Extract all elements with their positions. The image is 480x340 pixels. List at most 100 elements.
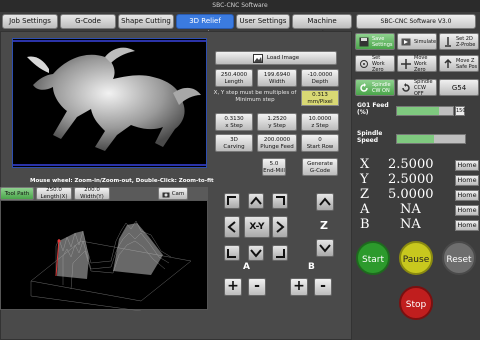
- jog-b-plus-button[interactable]: +: [290, 278, 308, 296]
- tab-3d-relief-carving[interactable]: 3D Relief Carving: [176, 14, 234, 38]
- home-b-button[interactable]: Home: [455, 220, 479, 231]
- min-step-display: 0.313 mm/Pixel: [301, 90, 339, 106]
- set-z-probe-button[interactable]: Set 2D Z-Probe: [439, 33, 479, 50]
- arrow-down-left-icon: [227, 249, 236, 258]
- reset-button[interactable]: Reset: [442, 241, 476, 275]
- jog-z-plus-button[interactable]: [316, 193, 334, 211]
- relief-image-view[interactable]: [12, 38, 207, 168]
- length-label: Length: [224, 78, 244, 85]
- tab-g-code[interactable]: G-Code: [60, 14, 116, 29]
- pause-button[interactable]: Pause: [399, 241, 433, 275]
- endmill-value: 5.0: [269, 160, 279, 167]
- simulate-icon: [401, 38, 411, 45]
- spindle-speed-slider[interactable]: [396, 134, 466, 144]
- g54-button[interactable]: G54: [439, 79, 479, 96]
- width-field[interactable]: 199.6940 Width: [257, 69, 297, 87]
- z-axis-label: Z: [320, 219, 328, 232]
- move-z-icon: [444, 58, 452, 68]
- load-image-label: Load Image: [266, 55, 300, 61]
- jog-a-minus-button[interactable]: -: [248, 278, 266, 296]
- g01-feed-slider[interactable]: [396, 106, 454, 116]
- jog-x-plus-button[interactable]: [272, 216, 288, 238]
- jog-x-minus-button[interactable]: [224, 216, 240, 238]
- jog-y-plus-button[interactable]: [248, 193, 264, 209]
- arrow-down-right-icon: [276, 249, 285, 258]
- endmill-field[interactable]: 5.0 End-Mill: [262, 158, 286, 176]
- tab-shape-cutting[interactable]: Shape Cutting: [118, 14, 174, 29]
- depth-field[interactable]: -10.0000 Depth: [301, 69, 339, 87]
- set-work-zero-button[interactable]: Set Work Zero: [355, 55, 395, 73]
- tool-path-button[interactable]: Tool Path: [0, 187, 34, 200]
- spindle-ccw-button[interactable]: Spindle CCW OFF: [397, 78, 437, 97]
- start-button[interactable]: Start: [356, 241, 390, 275]
- z-step-field[interactable]: 10.0000 z Step: [301, 113, 339, 131]
- jog-up-left-button[interactable]: [224, 193, 240, 209]
- home-x-button[interactable]: Home: [455, 160, 479, 171]
- toolpath-width-display: 200.0 Width(Y): [74, 187, 110, 200]
- width-value: 199.6940: [263, 71, 291, 78]
- b-axis-label: B: [308, 262, 315, 272]
- set-z-probe-label: Set 2D Z-Probe: [456, 35, 476, 48]
- arrow-left-icon: [227, 221, 236, 233]
- cam-label: Cam: [171, 190, 185, 197]
- stop-button[interactable]: Stop: [399, 286, 433, 320]
- arrow-down-icon: [319, 244, 331, 253]
- spindle-ccw-label: Spindle CCW OFF: [414, 78, 433, 97]
- move-work-zero-button[interactable]: Move Work Zero: [397, 55, 437, 73]
- window-title: SBC-CNC Software: [0, 0, 480, 12]
- jog-a-plus-button[interactable]: +: [224, 278, 242, 296]
- simulate-button[interactable]: Simulate: [397, 33, 437, 50]
- jog-b-minus-button[interactable]: -: [314, 278, 332, 296]
- save-settings-button[interactable]: Save Settings: [355, 33, 395, 50]
- save-settings-label: Save Settings: [372, 35, 393, 48]
- probe-icon: [445, 36, 451, 47]
- toolpath-length-value: 250.0: [46, 187, 62, 193]
- step-note: X, Y step must be multiples of Minimum s…: [213, 90, 297, 103]
- start-row-field[interactable]: 0 Start Row: [301, 134, 339, 152]
- spindle-cw-button[interactable]: Spindle CW ON: [355, 79, 395, 96]
- toolpath-toolbar: Tool Path 250.0 Length(X) 200.0 Width(Y)…: [0, 187, 208, 200]
- z-axis-name: Z: [360, 187, 370, 202]
- start-row-label: Start Row: [306, 143, 334, 150]
- y-step-field[interactable]: 1.2520 y Step: [257, 113, 297, 131]
- tab-user-settings[interactable]: User Settings: [236, 14, 290, 29]
- plunge-feed-field[interactable]: 200.0000 Plunge Feed: [257, 134, 297, 152]
- x-step-value: 0.3130: [224, 115, 244, 122]
- length-field[interactable]: 250.4000 Length: [215, 69, 253, 87]
- home-a-button[interactable]: Home: [455, 205, 479, 216]
- carving-line2: Carving: [223, 143, 245, 150]
- x-step-label: x Step: [225, 122, 243, 129]
- jog-down-left-button[interactable]: [224, 245, 240, 261]
- y-step-label: y Step: [268, 122, 286, 129]
- cam-button[interactable]: Cam: [158, 187, 188, 200]
- arrow-up-right-icon: [276, 196, 285, 205]
- jog-xy-center-button[interactable]: X-Y: [244, 216, 270, 238]
- tab-machine-settings[interactable]: Machine Settings: [292, 14, 352, 38]
- z-step-label: z Step: [311, 122, 329, 129]
- carving-mode-button[interactable]: 3D Carving: [215, 134, 253, 152]
- start-row-value: 0: [318, 136, 322, 143]
- move-z-safe-button[interactable]: Move Z Safe Pos: [439, 55, 479, 72]
- jog-up-right-button[interactable]: [272, 193, 288, 209]
- jog-down-right-button[interactable]: [272, 245, 288, 261]
- save-icon: [359, 37, 369, 46]
- move-z-safe-label: Move Z Safe Pos: [456, 57, 478, 70]
- arrow-up-left-icon: [227, 196, 236, 205]
- spindle-ccw-icon: [402, 82, 410, 92]
- spindle-cw-label: Spindle CW ON: [372, 81, 391, 94]
- jog-z-minus-button[interactable]: [316, 239, 334, 257]
- image-border-bottom: [13, 164, 206, 166]
- home-z-button[interactable]: Home: [455, 190, 479, 201]
- jog-y-minus-button[interactable]: [248, 245, 264, 261]
- home-y-button[interactable]: Home: [455, 175, 479, 186]
- toolpath-3d-view[interactable]: [0, 200, 208, 312]
- generate-gcode-button[interactable]: Generate G-Code: [302, 158, 338, 176]
- tab-job-settings[interactable]: Job Settings: [2, 14, 58, 29]
- y-axis-name: Y: [360, 172, 369, 187]
- generate-line1: Generate: [307, 160, 333, 167]
- x-step-field[interactable]: 0.3130 x Step: [215, 113, 253, 131]
- load-image-button[interactable]: Load Image: [215, 51, 337, 65]
- toolpath-wireframe: [30, 220, 192, 312]
- g01-feed-value: 150: [455, 106, 466, 116]
- min-step-value: 0.313: [312, 92, 328, 98]
